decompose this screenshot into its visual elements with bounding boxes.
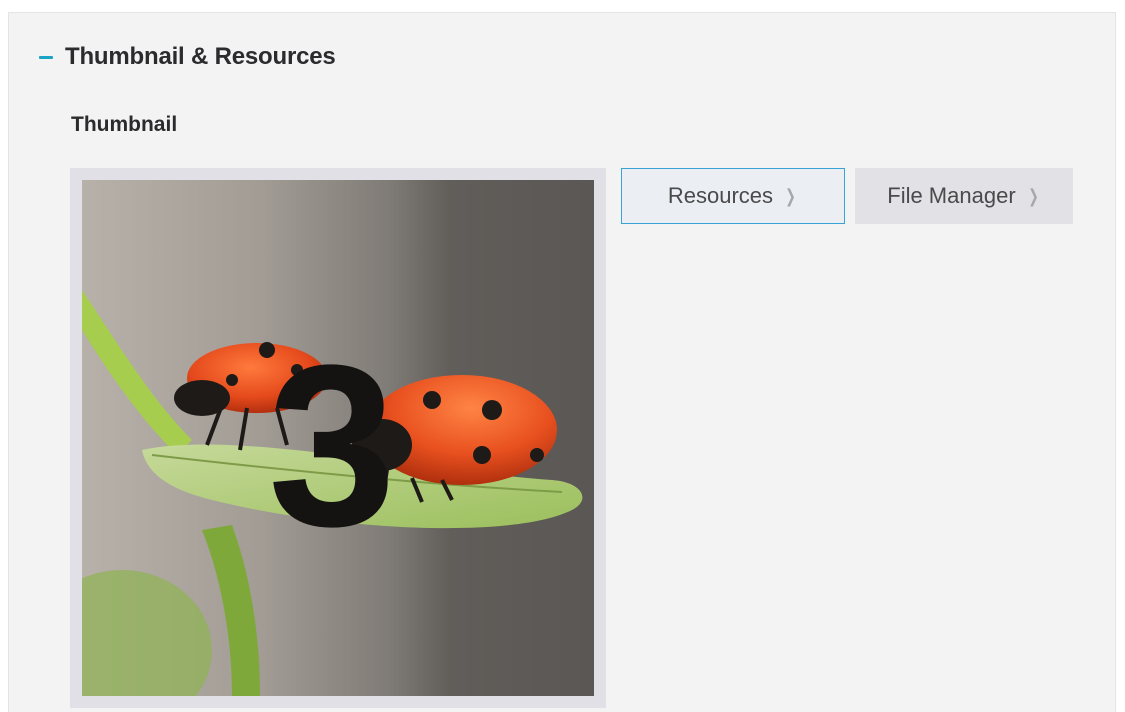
chevron-right-icon: ❯ — [1027, 185, 1039, 206]
file-manager-button[interactable]: File Manager ❯ — [855, 168, 1073, 224]
section-header[interactable]: Thumbnail & Resources — [37, 43, 336, 71]
minus-icon[interactable] — [37, 48, 57, 66]
section-title: Thumbnail & Resources — [65, 43, 336, 70]
resources-button-label: Resources — [667, 183, 774, 208]
overlay-number: 3 — [268, 317, 396, 574]
file-manager-button-label: File Manager — [887, 183, 1016, 208]
thumbnail-resources-panel: Thumbnail & Resources Thumbnail 3 Resour… — [8, 12, 1116, 712]
thumbnail-heading: Thumbnail — [71, 113, 178, 136]
resources-button[interactable]: Resources ❯ — [621, 168, 845, 224]
thumbnail-image: 3 — [82, 180, 594, 696]
chevron-right-icon: ❯ — [785, 185, 796, 206]
thumbnail-frame[interactable]: 3 — [70, 168, 606, 708]
